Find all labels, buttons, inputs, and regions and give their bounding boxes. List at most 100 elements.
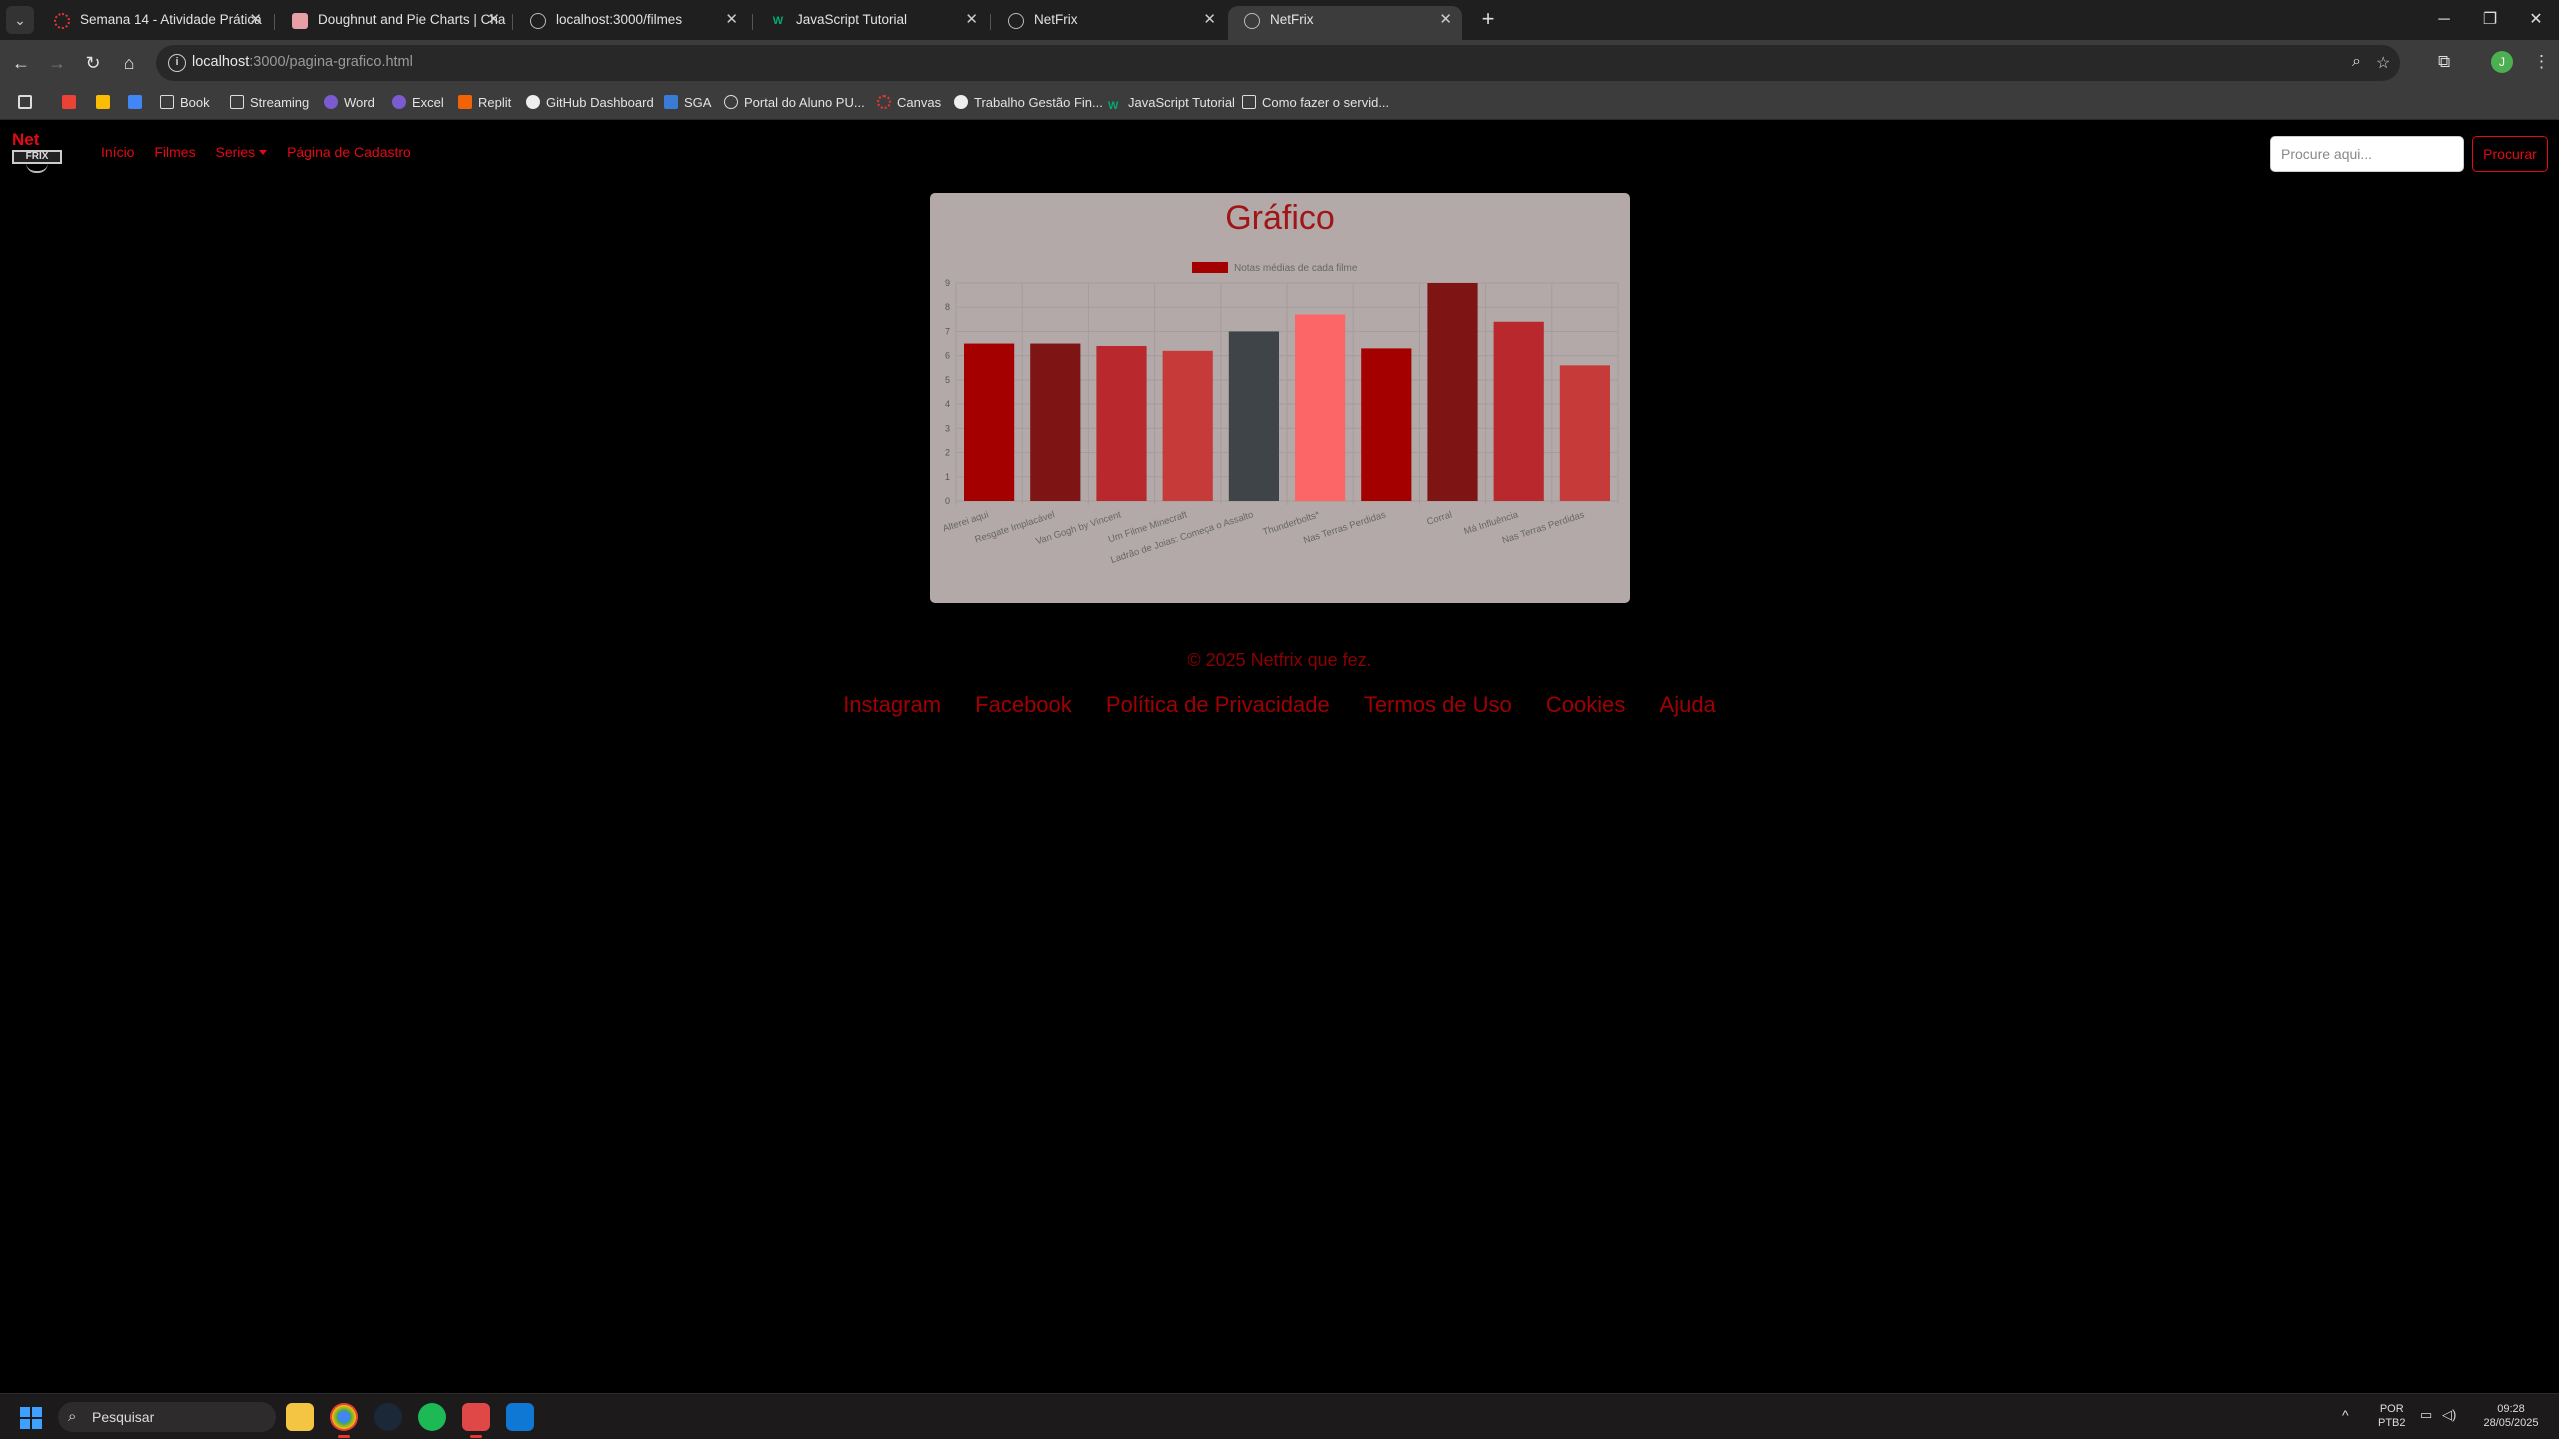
bookmark-label: Portal do Aluno PU... [744, 95, 865, 110]
nav-series-label: Series [215, 144, 256, 160]
copilot-icon [324, 95, 338, 109]
footer-instagram-link[interactable]: Instagram [843, 692, 941, 717]
bookmark-javascript-tutorial[interactable]: W JavaScript Tutorial [1108, 94, 1235, 112]
apps-icon[interactable] [18, 94, 38, 112]
volume-icon[interactable]: ◁) [2442, 1408, 2456, 1422]
footer-cookies-link[interactable]: Cookies [1546, 692, 1625, 717]
profile-avatar[interactable]: J [2491, 51, 2513, 73]
taskbar-search-label: Pesquisar [92, 1409, 155, 1425]
spotify-icon[interactable] [418, 1403, 446, 1431]
footer-facebook-link[interactable]: Facebook [975, 692, 1072, 717]
close-icon[interactable]: ✕ [487, 6, 500, 34]
footer-help-link[interactable]: Ajuda [1660, 692, 1716, 717]
footer-privacy-link[interactable]: Política de Privacidade [1106, 692, 1330, 717]
window-close-icon[interactable]: ✕ [2513, 6, 2559, 34]
back-arrow-icon[interactable]: ← [8, 50, 34, 76]
app-icon[interactable] [462, 1403, 490, 1438]
clock-time: 09:28 [2497, 1403, 2525, 1415]
tab-separator [274, 14, 275, 30]
tab-javascript-tutorial[interactable]: W JavaScript Tutorial ✕ [754, 6, 988, 40]
tab-netfrix-active[interactable]: NetFrix ✕ [1228, 6, 1462, 40]
bookmark-label: Word [344, 95, 375, 110]
chrome-icon[interactable] [330, 1403, 358, 1438]
browser-toolbar: ← → ↻ ⌂ i localhost:3000/pagina-grafico.… [0, 40, 2559, 86]
footer-links: Instagram Facebook Política de Privacida… [0, 692, 2559, 718]
y-tick-label: 5 [945, 375, 950, 385]
canvas-icon [877, 95, 891, 109]
legend-label: Notas médias de cada filme [1234, 263, 1358, 274]
chevron-up-icon[interactable]: ^ [2342, 1408, 2349, 1422]
new-tab-plus-icon[interactable]: + [1474, 6, 1502, 34]
bookmark-portal-aluno[interactable]: Portal do Aluno PU... [724, 94, 865, 112]
search-input[interactable] [2270, 136, 2464, 172]
tab-semana-14[interactable]: Semana 14 - Atividade Prática ✕ [38, 6, 272, 40]
search-button[interactable]: Procurar [2472, 136, 2548, 172]
y-tick-label: 0 [945, 496, 950, 506]
url-text[interactable]: localhost:3000/pagina-grafico.html [192, 54, 413, 70]
globe-icon [530, 13, 546, 29]
close-icon[interactable]: ✕ [1439, 6, 1452, 34]
logo-smile-icon [26, 163, 48, 173]
address-bar[interactable]: i localhost:3000/pagina-grafico.html ⌕ ☆ [156, 45, 2400, 81]
menu-kebab-icon[interactable]: ⋮ [2533, 52, 2550, 72]
bookmark-replit[interactable]: Replit [458, 94, 511, 112]
tab-list-chevron-icon[interactable]: ⌄ [6, 6, 34, 34]
nav-inicio[interactable]: Início [101, 144, 134, 160]
nav-series-dropdown[interactable]: Series [215, 144, 268, 160]
drive-icon[interactable] [96, 94, 116, 112]
footer-copyright: © 2025 Netfrix que fez. [1187, 650, 1372, 670]
bar [1361, 348, 1412, 501]
zoom-icon[interactable]: ⌕ [2352, 53, 2361, 71]
y-tick-label: 4 [945, 399, 950, 409]
windows-start-icon[interactable] [20, 1407, 42, 1429]
file-explorer-icon[interactable] [286, 1403, 314, 1431]
netfrix-logo[interactable]: Net FRIX [10, 130, 66, 174]
nav-pagina-cadastro[interactable]: Página de Cadastro [287, 144, 411, 160]
minimize-icon[interactable]: ─ [2421, 6, 2467, 34]
logo-text: Net [12, 130, 40, 149]
bookmark-star-icon[interactable]: ☆ [2376, 53, 2390, 73]
nav-filmes[interactable]: Filmes [154, 144, 195, 160]
forward-arrow-icon[interactable]: → [44, 50, 70, 76]
github-icon [954, 95, 968, 109]
restore-icon[interactable]: ❐ [2467, 6, 2513, 34]
steam-icon[interactable] [374, 1403, 402, 1431]
tab-localhost-filmes[interactable]: localhost:3000/filmes ✕ [514, 6, 748, 40]
bar [1493, 321, 1544, 501]
close-icon[interactable]: ✕ [1203, 6, 1216, 34]
close-icon[interactable]: ✕ [725, 6, 738, 34]
taskbar-search[interactable]: ⌕ Pesquisar [58, 1402, 276, 1432]
vscode-icon[interactable] [506, 1403, 534, 1431]
gmail-icon[interactable] [62, 94, 82, 112]
bookmark-word[interactable]: Word [324, 94, 375, 112]
bar [1427, 283, 1478, 501]
bar [1030, 343, 1081, 501]
language-indicator[interactable]: POR PTB2 [2378, 1402, 2406, 1430]
footer-terms-link[interactable]: Termos de Uso [1364, 692, 1512, 717]
bar-chart: Notas médias de cada filme 0 1 2 3 4 5 6 7 8 9 Alte… [941, 262, 1619, 566]
bookmark-excel[interactable]: Excel [392, 94, 444, 112]
chart-card: Gráfico Notas médias de cada filme 0 1 2 3 4 5… [930, 193, 1630, 603]
bookmark-sga[interactable]: SGA [664, 94, 711, 112]
site-info-icon[interactable]: i [168, 54, 186, 72]
clock[interactable]: 09:28 28/05/2025 [2476, 1402, 2546, 1430]
network-icon[interactable]: ▭ [2420, 1408, 2432, 1422]
bookmark-como-fazer[interactable]: Como fazer o servid... [1242, 94, 1389, 112]
bookmark-trabalho-gestao[interactable]: Trabalho Gestão Fin... [954, 94, 1103, 112]
bookmark-book[interactable]: Book [160, 94, 210, 112]
bookmark-label: Book [180, 95, 210, 110]
folder-icon [160, 95, 174, 109]
tab-doughnut-charts[interactable]: Doughnut and Pie Charts | Cha ✕ [276, 6, 510, 40]
bookmark-streaming[interactable]: Streaming [230, 94, 309, 112]
home-icon[interactable]: ⌂ [116, 50, 142, 76]
bookmark-canvas[interactable]: Canvas [877, 94, 941, 112]
tab-separator [512, 14, 513, 30]
reload-icon[interactable]: ↻ [80, 50, 106, 76]
tab-netfrix-1[interactable]: NetFrix ✕ [992, 6, 1226, 40]
bookmark-github-dashboard[interactable]: GitHub Dashboard [526, 94, 654, 112]
close-icon[interactable]: ✕ [249, 6, 262, 34]
bookmark-label: Replit [478, 95, 512, 110]
extensions-puzzle-icon[interactable]: ⧉ [2438, 52, 2450, 72]
photos-icon[interactable] [128, 94, 148, 112]
close-icon[interactable]: ✕ [965, 6, 978, 34]
